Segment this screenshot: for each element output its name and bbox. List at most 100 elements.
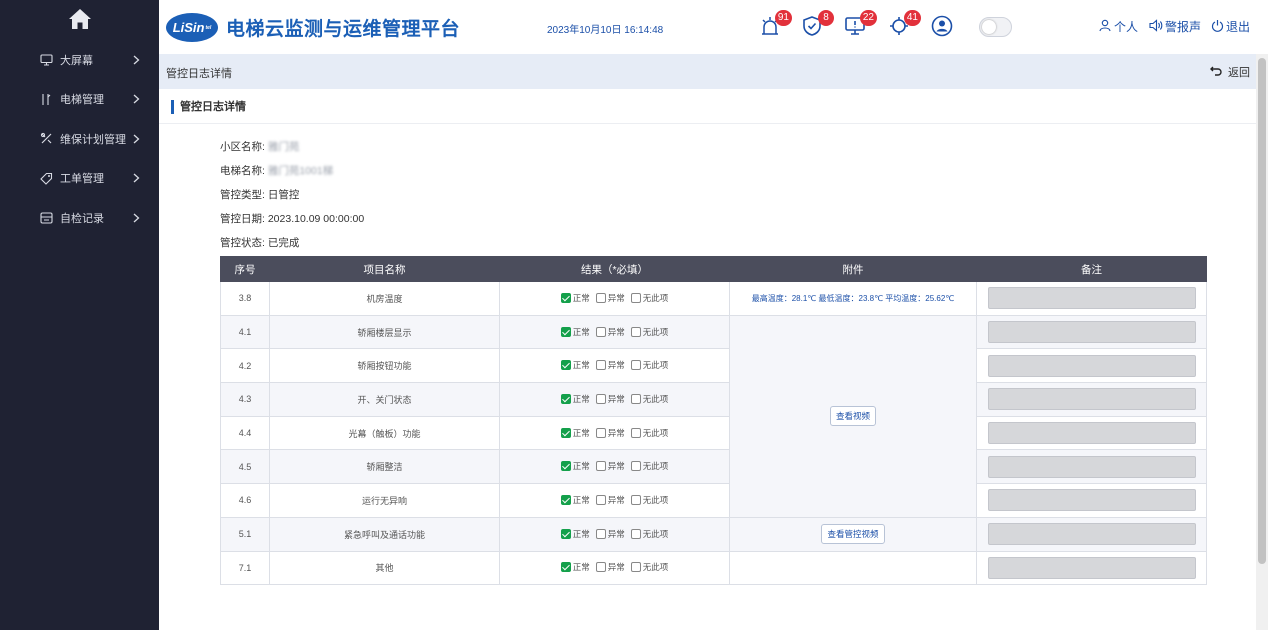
checkbox-checked-icon [560,461,571,472]
result-option-checkbox[interactable]: 异常 [595,561,625,573]
note-cell [976,516,1207,552]
note-input[interactable] [987,321,1196,344]
result-option-checkbox[interactable]: 无此项 [630,427,668,439]
result-option-checkbox[interactable]: 异常 [595,393,625,405]
note-input[interactable] [987,556,1196,579]
main-content: 管控日志详情 小区名称: 雅门苑 电梯名称: 雅门苑1001梯 管控类型: 日管… [159,89,1256,630]
note-input[interactable] [987,489,1196,512]
maintenance-count-badge: 41 [903,10,921,26]
result-option-checkbox[interactable]: 无此项 [630,460,669,472]
table-row: 4.3 开、关门状态 正常 异常 无此项 [220,382,1207,417]
result-option-checkbox[interactable]: 无此项 [630,326,669,338]
result-option-checkbox[interactable]: 异常 [595,359,625,371]
result-option-checkbox[interactable]: 异常 [595,292,625,304]
note-input[interactable] [987,354,1196,377]
result-option-checkbox[interactable]: 无此项 [630,359,669,371]
info-community: 小区名称: 雅门苑 [220,139,299,154]
person-icon [1099,19,1112,35]
view-control-video-button[interactable]: 查看管控视频 [821,524,885,545]
result-option-checkbox[interactable]: 无此项 [630,494,669,506]
checkbox-empty-icon [630,326,641,337]
alarm-sound-link[interactable]: 警报声 [1149,18,1201,35]
sidebar-item-work-order[interactable]: 工单管理 [0,159,159,199]
logout-link[interactable]: 退出 [1211,18,1250,35]
option-label: 无此项 [642,360,669,371]
option-label: 正常 [572,427,590,438]
checkbox-empty-icon [595,292,606,303]
breadcrumb: 管控日志详情 返回 [159,54,1256,89]
checkbox-empty-icon [630,360,641,371]
info-value: 已完成 [267,237,300,249]
result-option-checkbox[interactable]: 无此项 [630,292,668,304]
option-label: 无此项 [642,326,669,337]
result-options: 正常 异常 无此项 [499,382,730,417]
note-cell [976,415,1207,451]
result-option-checkbox[interactable]: 异常 [595,460,625,472]
column-header: 附件 [729,256,977,282]
back-label: 返回 [1228,67,1250,79]
result-option-checkbox[interactable]: 正常 [560,427,590,439]
info-label: 小区名称: [220,141,265,153]
result-option-checkbox[interactable]: 异常 [595,494,625,506]
result-option-checkbox[interactable]: 正常 [560,561,590,573]
security-count-badge: 8 [818,10,834,26]
scrollbar-thumb[interactable] [1258,58,1266,564]
app-title: 电梯云监测与运维管理平台 [226,19,461,40]
sidebar-item-self-check[interactable]: 自检记录 [0,198,159,238]
home-button[interactable] [0,0,159,40]
attachment-cell: 最高温度：28.1℃ 最低温度：23.8℃ 平均温度：25.62℃ [729,281,977,316]
security-button[interactable]: 8 [799,10,834,40]
result-option-checkbox[interactable]: 正常 [560,292,590,304]
view-video-button[interactable]: 查看视频 [829,406,876,427]
alarm-count-badge: 91 [774,10,792,26]
checkbox-empty-icon [630,461,641,472]
maintenance-button[interactable]: 41 [886,10,921,40]
option-label: 无此项 [642,494,669,505]
info-value: 雅门苑1001梯 [267,165,334,177]
info-elevator: 电梯名称: 雅门苑1001梯 [220,163,333,178]
note-input[interactable] [987,422,1196,445]
option-label: 无此项 [642,461,669,472]
result-option-checkbox[interactable]: 异常 [595,326,625,338]
vertical-scrollbar[interactable] [1256,54,1268,630]
note-input[interactable] [987,455,1196,478]
result-option-checkbox[interactable]: 异常 [595,427,625,439]
table-row: 4.5 轿厢整洁 正常 异常 无此项 [220,449,1207,485]
checkbox-checked-icon [560,360,571,371]
checkbox-checked-icon [560,562,571,573]
table-row: 7.1 其他 正常 异常 无此项 [220,550,1207,586]
logo: LiSin tel [166,13,218,42]
screen-alert-button[interactable]: 22 [842,10,877,40]
table-row: 4.6 运行无异响 正常 异常 无此项 [220,483,1207,518]
note-input[interactable] [987,523,1196,546]
result-option-checkbox[interactable]: 无此项 [630,561,668,573]
alarm-button[interactable]: 91 [757,10,792,40]
result-option-checkbox[interactable]: 正常 [560,494,590,506]
table-row: 4.1 轿厢楼层显示 正常 异常 无此项 查看视频 [220,314,1207,518]
note-input[interactable] [987,287,1196,310]
result-option-checkbox[interactable]: 正常 [560,326,590,338]
sidebar-item-elevator-management[interactable]: 电梯管理 [0,80,159,120]
result-option-checkbox[interactable]: 正常 [560,359,590,371]
checkbox-checked-icon [560,326,571,337]
breadcrumb-title: 管控日志详情 [166,68,232,80]
result-option-checkbox[interactable]: 正常 [560,460,590,472]
result-option-checkbox[interactable]: 正常 [560,393,590,405]
mode-toggle[interactable] [979,17,1012,37]
result-option-checkbox[interactable]: 无此项 [630,528,668,540]
result-option-checkbox[interactable]: 无此项 [630,393,668,405]
result-option-checkbox[interactable]: 异常 [595,528,625,540]
sidebar-item-maintenance-plan[interactable]: 维保计划管理 [0,119,159,159]
option-label: 异常 [607,427,625,438]
back-button[interactable]: 返回 [1210,64,1250,80]
sidebar-item-label: 维保计划管理 [60,133,126,146]
elevator-icon [39,92,53,106]
info-date: 管控日期: 2023.10.09 00:00:00 [220,211,364,226]
personal-link[interactable]: 个人 [1099,18,1138,35]
note-input[interactable] [987,388,1196,411]
sidebar: 大屏幕 电梯管理 维保计划管理 工单管理 自检记录 [0,0,159,630]
info-value: 日管控 [267,189,300,201]
result-option-checkbox[interactable]: 正常 [560,528,590,540]
user-center-button[interactable] [929,14,955,40]
sidebar-item-big-screen[interactable]: 大屏幕 [0,40,159,80]
